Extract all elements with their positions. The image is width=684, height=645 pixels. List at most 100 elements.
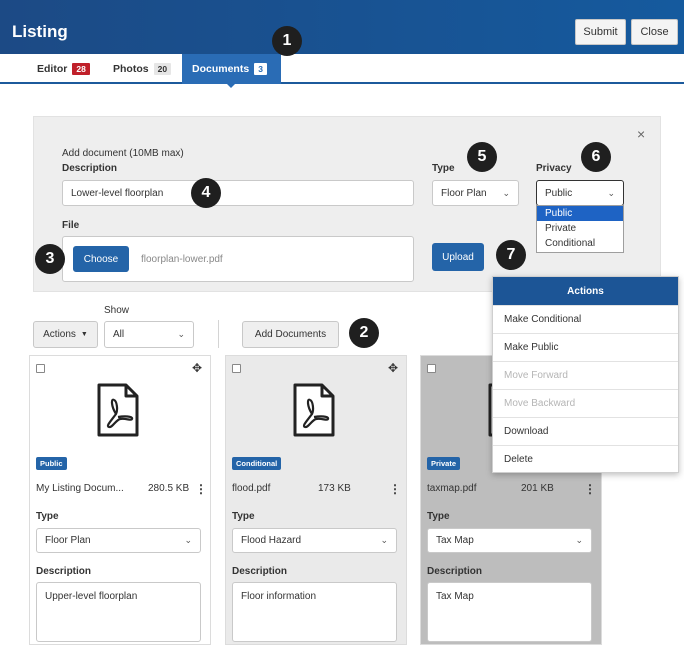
- tab-label: Editor: [37, 63, 68, 75]
- top-bar: Listing Submit Close: [0, 0, 684, 54]
- description-label: Description: [232, 566, 288, 577]
- document-description-field[interactable]: Upper-level floorplan: [36, 582, 201, 642]
- show-filter-value: All: [113, 329, 125, 340]
- description-input-value: Lower-level floorplan: [71, 187, 164, 199]
- move-icon[interactable]: ✥: [388, 361, 398, 375]
- tab-count-badge: 3: [254, 63, 267, 75]
- chevron-down-icon: ⌄: [177, 329, 185, 339]
- add-documents-button[interactable]: Add Documents: [242, 321, 339, 348]
- submit-button[interactable]: Submit: [575, 19, 626, 45]
- document-description-field[interactable]: Tax Map: [427, 582, 592, 642]
- document-file-size: 280.5 KB: [148, 483, 190, 494]
- callout-badge-2: 2: [349, 318, 379, 348]
- tab-documents[interactable]: Documents 3: [182, 54, 281, 84]
- document-file-name: taxmap.pdf: [427, 483, 477, 494]
- select-checkbox[interactable]: [427, 364, 436, 373]
- show-filter-select[interactable]: All ⌄: [104, 321, 194, 348]
- tab-count-badge: 28: [72, 63, 90, 75]
- document-type-value: Tax Map: [436, 535, 474, 546]
- kebab-menu-icon[interactable]: ⋮: [389, 482, 401, 496]
- description-label: Description: [62, 163, 118, 174]
- actions-menu: Actions Make Conditional Make Public Mov…: [492, 276, 679, 473]
- choose-file-button[interactable]: Choose: [73, 246, 129, 272]
- chevron-down-icon: ⌄: [184, 535, 192, 545]
- page-title: Listing: [12, 22, 68, 41]
- callout-badge-1: 1: [272, 26, 302, 56]
- privacy-option-private[interactable]: Private: [537, 221, 623, 236]
- menu-item-make-public[interactable]: Make Public: [493, 333, 678, 361]
- type-label: Type: [232, 511, 255, 522]
- document-type-select[interactable]: Tax Map ⌄: [427, 528, 592, 553]
- callout-badge-7: 7: [496, 240, 526, 270]
- document-description-value: Floor information: [241, 591, 317, 602]
- file-picker: Choose floorplan-lower.pdf: [62, 236, 414, 282]
- document-description-value: Upper-level floorplan: [45, 591, 138, 602]
- callout-badge-3: 3: [35, 244, 65, 274]
- tab-label: Photos: [113, 63, 149, 75]
- caret-down-icon: ▼: [80, 331, 88, 338]
- close-button[interactable]: Close: [631, 19, 678, 45]
- chevron-down-icon: ⌄: [380, 535, 388, 545]
- document-file-name: flood.pdf: [232, 483, 271, 494]
- privacy-select[interactable]: Public ⌄: [536, 180, 624, 206]
- show-label: Show: [104, 305, 130, 316]
- kebab-menu-icon[interactable]: ⋮: [195, 482, 207, 496]
- menu-item-move-forward: Move Forward: [493, 361, 678, 389]
- type-select[interactable]: Floor Plan ⌄: [432, 180, 519, 206]
- chevron-down-icon: ⌄: [502, 187, 510, 198]
- kebab-menu-icon[interactable]: ⋮: [584, 482, 596, 496]
- description-input[interactable]: Lower-level floorplan: [62, 180, 414, 206]
- document-description-value: Tax Map: [436, 591, 474, 602]
- menu-item-make-conditional[interactable]: Make Conditional: [493, 305, 678, 333]
- privacy-badge: Conditional: [232, 457, 282, 470]
- tab-count-badge: 20: [153, 63, 172, 75]
- tab-label: Documents: [192, 63, 250, 75]
- chevron-down-icon: ⌄: [607, 187, 615, 198]
- type-label: Type: [427, 511, 450, 522]
- document-file-size: 201 KB: [521, 483, 554, 494]
- actions-button-label: Actions: [43, 329, 76, 340]
- add-document-heading: Add document (10MB max): [62, 148, 184, 159]
- close-icon[interactable]: ×: [637, 126, 645, 142]
- privacy-option-public[interactable]: Public: [537, 206, 623, 221]
- description-label: Description: [427, 566, 483, 577]
- privacy-badge: Private: [427, 457, 461, 470]
- document-card[interactable]: ✥ Public My Listing Docum... 280.5 KB ⋮ …: [29, 355, 211, 645]
- callout-badge-4: 4: [191, 178, 221, 208]
- active-tab-pointer: [225, 82, 237, 88]
- document-type-select[interactable]: Floor Plan ⌄: [36, 528, 201, 553]
- file-label: File: [62, 220, 80, 231]
- actions-menu-title: Actions: [493, 277, 678, 305]
- document-type-value: Floor Plan: [45, 535, 91, 546]
- file-name: floorplan-lower.pdf: [141, 253, 223, 265]
- select-checkbox[interactable]: [36, 364, 45, 373]
- document-description-field[interactable]: Floor information: [232, 582, 397, 642]
- callout-badge-5: 5: [467, 142, 497, 172]
- document-card[interactable]: ✥ Conditional flood.pdf 173 KB ⋮ Type Fl…: [225, 355, 407, 645]
- toolbar-divider: [218, 320, 219, 348]
- privacy-badge: Public: [36, 457, 67, 470]
- actions-dropdown-button[interactable]: Actions ▼: [33, 321, 98, 348]
- menu-item-move-backward: Move Backward: [493, 389, 678, 417]
- select-checkbox[interactable]: [232, 364, 241, 373]
- document-file-name: My Listing Docum...: [36, 483, 124, 494]
- document-type-value: Flood Hazard: [241, 535, 302, 546]
- pdf-file-icon: [293, 383, 335, 437]
- menu-item-download[interactable]: Download: [493, 417, 678, 445]
- type-select-value: Floor Plan: [441, 187, 487, 199]
- move-icon[interactable]: ✥: [192, 361, 202, 375]
- upload-button[interactable]: Upload: [432, 243, 484, 271]
- tab-editor[interactable]: Editor 28: [37, 54, 90, 84]
- menu-item-delete[interactable]: Delete: [493, 445, 678, 473]
- privacy-label: Privacy: [536, 163, 572, 174]
- document-file-size: 173 KB: [318, 483, 351, 494]
- tab-photos[interactable]: Photos 20: [113, 54, 172, 84]
- chevron-down-icon: ⌄: [575, 535, 583, 545]
- description-label: Description: [36, 566, 92, 577]
- type-label: Type: [432, 163, 455, 174]
- pdf-file-icon: [97, 383, 139, 437]
- tab-bar: Editor 28 Photos 20 Documents 3: [0, 54, 684, 84]
- callout-badge-6: 6: [581, 142, 611, 172]
- document-type-select[interactable]: Flood Hazard ⌄: [232, 528, 397, 553]
- privacy-option-conditional[interactable]: Conditional: [537, 236, 623, 251]
